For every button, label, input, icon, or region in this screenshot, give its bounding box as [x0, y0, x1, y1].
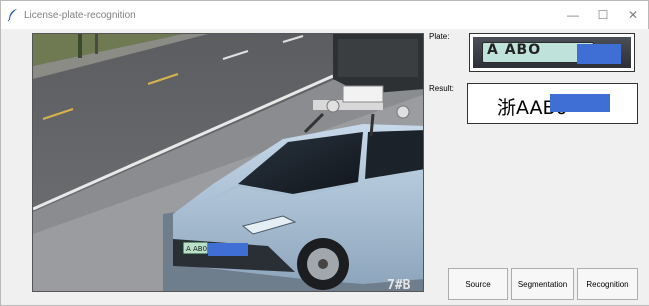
app-window: License-plate-recognition — ☐ ✕ A AB0 7#… [0, 0, 649, 306]
window-controls: — ☐ ✕ [558, 1, 648, 29]
plate-chars: A ABO [487, 42, 542, 58]
result-display: 浙AAB0 [467, 83, 638, 124]
plate-preview: A ABO [469, 33, 635, 72]
plate-label: Plate: [429, 32, 450, 41]
close-button[interactable]: ✕ [618, 1, 648, 29]
photo-plate-redaction [208, 243, 248, 256]
window-title: License-plate-recognition [24, 9, 136, 21]
result-label: Result: [429, 84, 454, 93]
segmentation-button[interactable]: Segmentation [511, 268, 574, 300]
plate-crop-image: A ABO [473, 37, 631, 68]
title-bar[interactable]: License-plate-recognition — ☐ ✕ [1, 1, 648, 29]
maximize-button[interactable]: ☐ [588, 1, 618, 29]
recognition-button[interactable]: Recognition [577, 268, 638, 300]
minimize-button[interactable]: — [558, 1, 588, 29]
feather-icon [7, 9, 17, 22]
source-button[interactable]: Source [448, 268, 508, 300]
plate-redaction [577, 44, 621, 64]
photo-watermark: 7#B [387, 278, 411, 292]
client-area: A AB0 7#B Plate: A ABO Result: 浙AAB0 Sou… [2, 29, 649, 305]
street-car-photo: A AB0 7#B [33, 34, 423, 292]
source-image: A AB0 7#B [32, 33, 424, 292]
photo-plate-text: A AB0 [186, 245, 207, 253]
result-redaction [550, 94, 610, 112]
